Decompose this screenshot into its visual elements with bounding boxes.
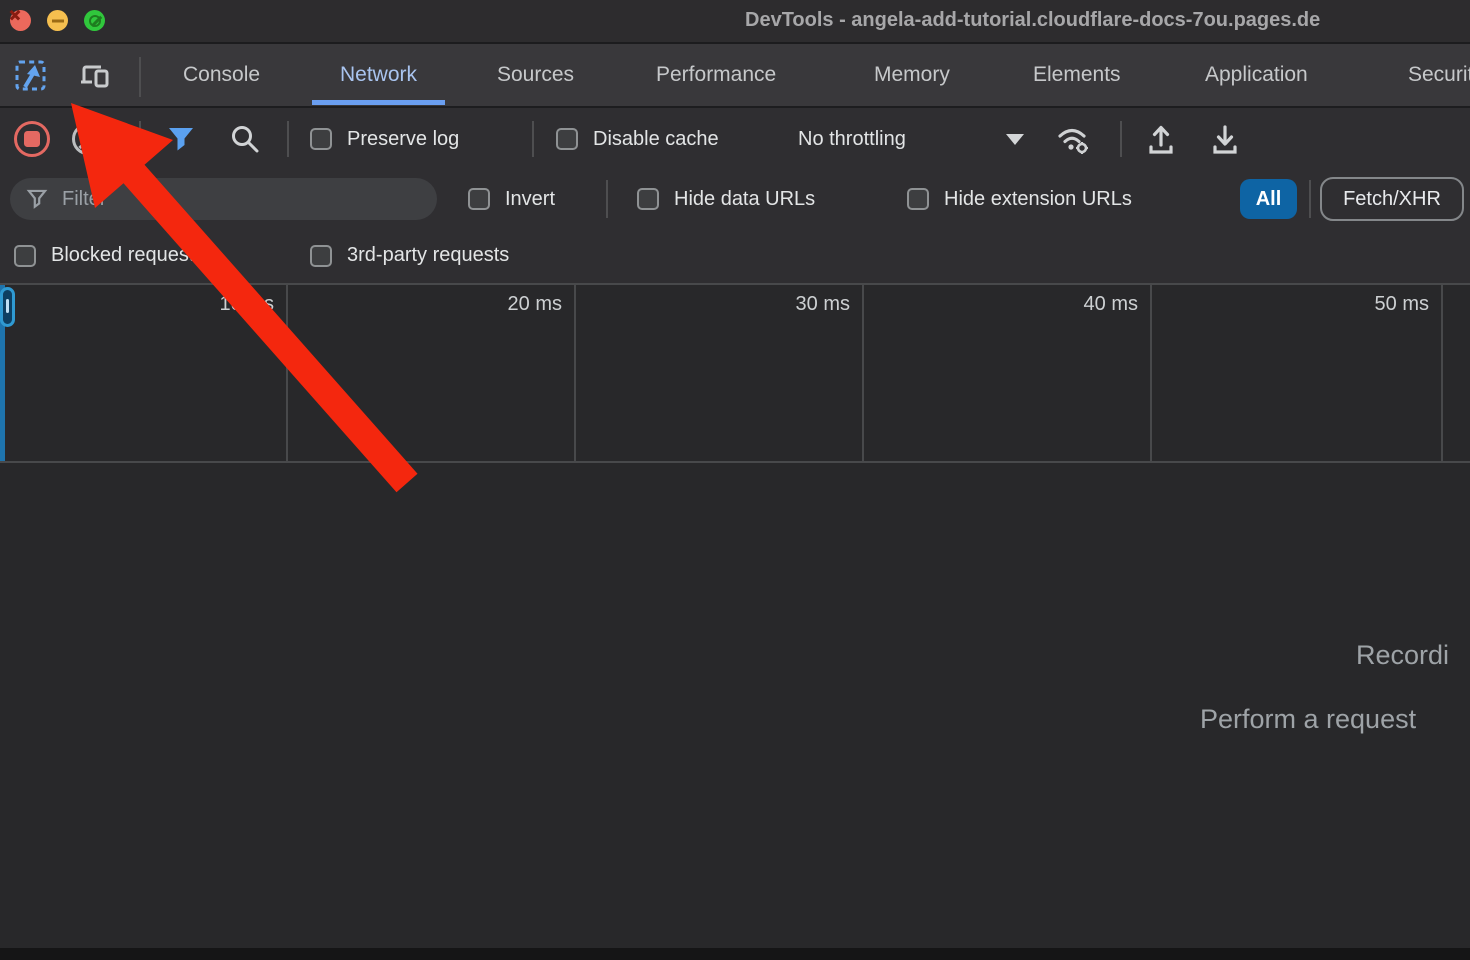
- network-conditions-button[interactable]: [1054, 120, 1092, 158]
- upload-icon: [1145, 122, 1177, 156]
- filter-toggle-button[interactable]: [162, 120, 200, 158]
- blocked-requests-checkbox[interactable]: Blocked requests: [14, 228, 204, 283]
- record-network-log-button[interactable]: [13, 120, 51, 158]
- tab-network[interactable]: Network: [340, 44, 417, 106]
- overview-resize-handle[interactable]: [0, 287, 15, 327]
- network-toolbar: Preserve log Disable cache No throttling: [0, 108, 1470, 170]
- tab-performance[interactable]: Performance: [656, 44, 776, 106]
- network-filter-bar: Invert Hide data URLs Hide extension URL…: [0, 170, 1470, 228]
- timeline-gridline: [1150, 285, 1152, 461]
- timeline-tick-label: 30 ms: [750, 293, 850, 316]
- tab-memory[interactable]: Memory: [874, 44, 950, 106]
- tab-console[interactable]: Console: [183, 44, 260, 106]
- tab-elements[interactable]: Elements: [1033, 44, 1121, 106]
- inspect-cursor-icon: [14, 59, 48, 93]
- timeline-tick-label: 50 ms: [1329, 293, 1429, 316]
- zoom-window-button[interactable]: [84, 10, 105, 31]
- close-icon: [9, 9, 21, 21]
- hide-data-urls-checkbox[interactable]: Hide data URLs: [637, 170, 815, 228]
- timeline-gridline: [1441, 285, 1443, 461]
- window-titlebar: DevTools - angela-add-tutorial.cloudflar…: [0, 0, 1470, 44]
- search-button[interactable]: [226, 120, 264, 158]
- third-party-requests-checkbox[interactable]: 3rd-party requests: [310, 228, 509, 283]
- hide-extension-urls-checkbox[interactable]: Hide extension URLs: [907, 170, 1132, 228]
- request-type-all-button[interactable]: All: [1240, 179, 1297, 219]
- checkbox-box[interactable]: [556, 128, 578, 150]
- import-har-button[interactable]: [1142, 120, 1180, 158]
- clear-icon: [72, 123, 104, 155]
- minimize-window-button[interactable]: [47, 10, 68, 31]
- wifi-gear-icon: [1054, 122, 1092, 156]
- record-stop-icon: [14, 121, 50, 157]
- toggle-device-toolbar-button[interactable]: [76, 57, 114, 95]
- checkbox-box[interactable]: [637, 188, 659, 210]
- request-type-fetch-xhr-button[interactable]: Fetch/XHR: [1320, 177, 1464, 221]
- network-overview-timeline: 10 ms 20 ms 30 ms 40 ms 50 ms: [0, 283, 1470, 463]
- clear-network-log-button[interactable]: [69, 120, 107, 158]
- toolbar-separator: [606, 180, 608, 218]
- chevron-down-icon[interactable]: [1006, 134, 1024, 145]
- inspect-element-button[interactable]: [12, 57, 50, 95]
- search-icon: [229, 123, 261, 155]
- timeline-gridline: [286, 285, 288, 461]
- checkbox-box[interactable]: [907, 188, 929, 210]
- timeline-tick-label: 40 ms: [1038, 293, 1138, 316]
- export-har-button[interactable]: [1206, 120, 1244, 158]
- invert-checkbox[interactable]: Invert: [468, 170, 555, 228]
- filter-field[interactable]: [10, 178, 437, 220]
- preserve-log-checkbox[interactable]: Preserve log: [310, 108, 459, 170]
- toolbar-separator: [1120, 121, 1122, 157]
- timeline-tick-label: 10 ms: [174, 293, 274, 316]
- checkbox-box[interactable]: [14, 245, 36, 267]
- checkbox-box[interactable]: [310, 128, 332, 150]
- checkbox-box[interactable]: [468, 188, 490, 210]
- toolbar-separator: [532, 121, 534, 157]
- checkbox-box[interactable]: [310, 245, 332, 267]
- tab-application[interactable]: Application: [1205, 44, 1308, 106]
- window-title: DevTools - angela-add-tutorial.cloudflar…: [745, 9, 1320, 32]
- timeline-gridline: [862, 285, 864, 461]
- funnel-icon: [166, 124, 196, 154]
- minimize-icon: [52, 19, 64, 22]
- tab-sources[interactable]: Sources: [497, 44, 574, 106]
- toolbar-separator: [139, 57, 141, 97]
- empty-state-hint-text: Perform a request: [1200, 704, 1416, 735]
- toolbar-separator: [287, 121, 289, 157]
- close-window-button[interactable]: [10, 10, 31, 31]
- toolbar-separator: [1309, 180, 1311, 218]
- timeline-gridline: [574, 285, 576, 461]
- disable-cache-checkbox[interactable]: Disable cache: [556, 108, 719, 170]
- devtools-window: DevTools - angela-add-tutorial.cloudflar…: [0, 0, 1470, 960]
- filter-input[interactable]: [60, 187, 421, 212]
- more-filters-row: Blocked requests 3rd-party requests: [0, 228, 1470, 283]
- tab-security[interactable]: Security: [1408, 44, 1470, 106]
- download-icon: [1209, 122, 1241, 156]
- empty-state-recording-text: Recordi: [1356, 640, 1449, 671]
- throttling-dropdown[interactable]: No throttling: [798, 108, 906, 170]
- toolbar-separator: [139, 121, 141, 157]
- window-bottom-edge: [0, 948, 1470, 960]
- device-toolbar-icon: [79, 60, 111, 92]
- funnel-icon: [26, 188, 48, 210]
- devtools-tabbar: Console Network Sources Performance Memo…: [0, 44, 1470, 108]
- timeline-tick-label: 20 ms: [462, 293, 562, 316]
- no-entry-icon: [89, 15, 101, 27]
